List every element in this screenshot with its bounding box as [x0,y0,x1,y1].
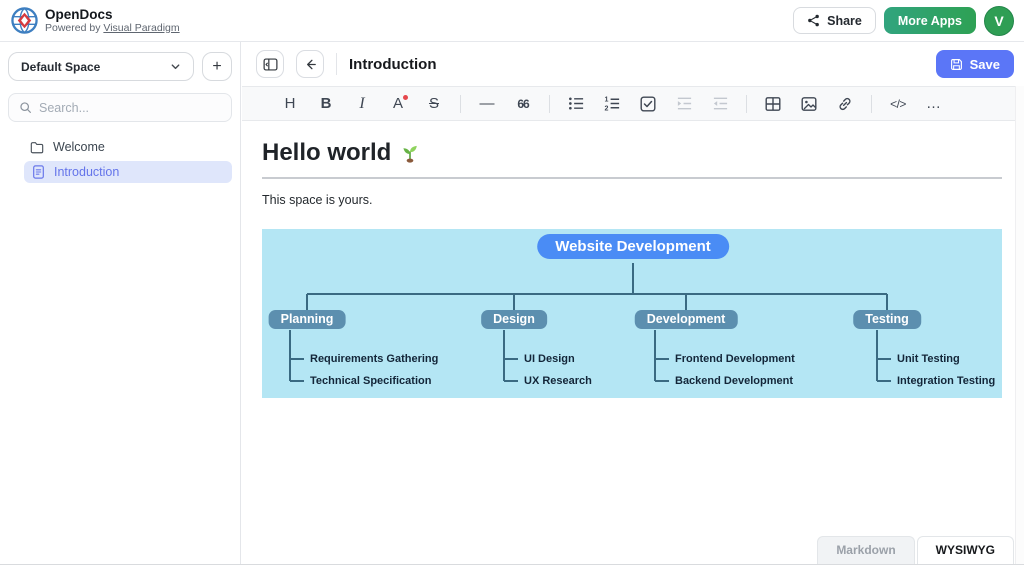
heading-rule [262,177,1002,179]
page-title: Introduction [349,56,436,73]
indent-button[interactable] [674,94,694,114]
heading-button[interactable]: H [280,94,300,114]
svg-text:2: 2 [604,105,608,112]
diagram-node-planning[interactable]: Planning [269,310,346,329]
bold-button[interactable]: B [316,94,336,114]
tree-folder-welcome[interactable]: Welcome [0,136,240,158]
save-button[interactable]: Save [936,50,1014,78]
page-tree: Welcome Introduction [0,136,240,183]
brand-block: OpenDocs Powered by Visual Paradigm [45,7,180,35]
search-input[interactable] [39,101,221,115]
document-paragraph: This space is yours. [262,193,1002,207]
diagram-leaf: Technical Specification [310,374,431,388]
link-button[interactable] [835,94,855,114]
user-avatar[interactable]: V [984,6,1014,36]
editor-panel: Introduction Save H B I A S — 66 12 [242,42,1024,564]
more-apps-button[interactable]: More Apps [884,7,976,34]
tree-item-label: Introduction [54,165,119,179]
outdent-button[interactable] [710,94,730,114]
image-button[interactable] [799,94,819,114]
sidebar-panel-icon [263,57,278,72]
powered-by-text: Powered by Visual Paradigm [45,22,180,35]
diagram-leaf: Backend Development [675,374,793,388]
toolbar-separator [460,95,461,113]
horizontal-rule-button[interactable]: — [477,94,497,114]
tab-markdown[interactable]: Markdown [817,536,914,564]
space-selector-row: Default Space + [0,42,240,81]
diagram-leaf: Unit Testing [897,352,960,366]
editor-mode-tabs: Markdown WYSIWYG [817,536,1014,564]
add-page-button[interactable]: + [202,52,232,81]
tree-item-introduction[interactable]: Introduction [24,161,232,183]
task-list-button[interactable] [638,94,658,114]
editor-header: Introduction Save [242,42,1024,86]
toolbar-separator [549,95,550,113]
share-icon [807,14,820,27]
seedling-emoji-icon [399,142,421,164]
search-box[interactable] [8,93,232,122]
bullet-list-button[interactable] [566,94,586,114]
toolbar-separator [871,95,872,113]
formatting-toolbar: H B I A S — 66 12 [242,86,1024,121]
diagram-leaf: Integration Testing [897,374,995,388]
app-window: OpenDocs Powered by Visual Paradigm Shar… [0,0,1024,565]
color-dot [403,95,408,100]
search-icon [19,101,32,114]
table-button[interactable] [763,94,783,114]
strikethrough-button[interactable]: S [424,94,444,114]
diagram-leaf: Frontend Development [675,352,795,366]
blockquote-button[interactable]: 66 [513,94,533,114]
tab-wysiwyg[interactable]: WYSIWYG [917,536,1014,564]
document-content[interactable]: Hello world This space is yours. [242,121,1024,398]
svg-text:1: 1 [604,96,608,104]
diagram-leaf: UX Research [524,374,592,388]
diagram-leaf: Requirements Gathering [310,352,438,366]
toolbar-separator [746,95,747,113]
diagram-root-node[interactable]: Website Development [537,234,729,259]
chevron-down-icon [170,61,181,72]
share-button[interactable]: Share [793,7,876,34]
text-color-button[interactable]: A [388,94,408,114]
ordered-list-button[interactable]: 12 [602,94,622,114]
header-divider [336,53,337,75]
website-development-diagram[interactable]: Website Development Planning Design Deve… [262,229,1002,398]
document-icon [32,165,45,179]
sidebar: Default Space + Welcome [0,42,241,564]
space-selector[interactable]: Default Space [8,52,194,81]
back-button[interactable] [296,50,324,78]
toggle-sidebar-button[interactable] [256,50,284,78]
folder-icon [30,141,44,154]
code-button[interactable]: </> [888,94,908,114]
app-title: OpenDocs [45,7,180,22]
arrow-left-icon [303,57,318,72]
more-options-button[interactable]: … [924,94,944,114]
document-heading: Hello world [262,139,1002,167]
top-header: OpenDocs Powered by Visual Paradigm Shar… [0,0,1024,42]
visual-paradigm-link[interactable]: Visual Paradigm [103,22,179,34]
tree-folder-label: Welcome [53,140,105,154]
editor-scrollbar[interactable] [1015,86,1024,564]
save-icon [950,58,963,71]
diagram-node-testing[interactable]: Testing [853,310,921,329]
header-actions: Share More Apps V [793,6,1014,36]
opendocs-logo-icon [10,7,38,35]
diagram-node-design[interactable]: Design [481,310,547,329]
diagram-node-development[interactable]: Development [635,310,738,329]
diagram-leaf: UI Design [524,352,575,366]
italic-button[interactable]: I [352,94,372,114]
